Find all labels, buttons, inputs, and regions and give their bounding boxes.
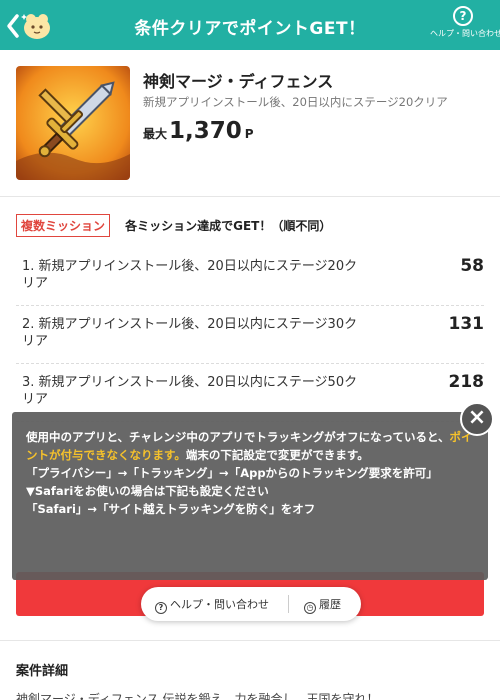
question-circle-icon: ? xyxy=(155,602,167,614)
page-title: 条件クリアでポイントGET！ xyxy=(134,19,366,39)
notice-line1-post: 端末の下記設定で変更ができます。 xyxy=(185,448,369,462)
header-help-label: ヘルプ・問い合わせ xyxy=(430,29,500,38)
max-reward: 最大1,370 P xyxy=(143,118,254,144)
close-icon[interactable]: × xyxy=(460,402,494,436)
mission-row: 2. 新規アプリインストール後、20日以内にステージ30クリア 131 xyxy=(16,306,484,364)
floating-nav: ? ヘルプ・問い合わせ ◷ 履歴 xyxy=(141,587,361,621)
notice-line4: 「Safari」→「サイト越えトラッキングを防ぐ」をオフ xyxy=(26,502,316,516)
tracking-notice-text: 使用中のアプリと、チャレンジ中のアプリでトラッキングがオフになっていると、ポイン… xyxy=(26,428,474,518)
divider xyxy=(0,196,500,197)
history-button[interactable]: ◷ 履歴 xyxy=(304,596,341,614)
question-circle-icon: ? xyxy=(453,6,473,26)
notice-line1-pre: 使用中のアプリと、チャレンジ中のアプリでトラッキングがオフになっていると、 xyxy=(26,430,450,444)
reward-prefix: 最大 xyxy=(143,127,168,141)
app-subtitle: 新規アプリインストール後、20日以内にステージ20クリア xyxy=(143,95,448,109)
mission-header: 複数ミッション 各ミッション達成でGET！（順不同） xyxy=(16,214,332,237)
divider xyxy=(288,595,289,613)
mission-description: 各ミッション達成でGET！（順不同） xyxy=(125,219,332,233)
history-label: 履歴 xyxy=(319,598,341,611)
mission-text: 2. 新規アプリインストール後、20日以内にステージ30クリア xyxy=(22,317,358,349)
notice-line3: ▼Safariをお使いの場合は下記も設定ください xyxy=(26,484,269,498)
history-clock-icon: ◷ xyxy=(304,602,316,614)
reward-value: 1,370 xyxy=(169,118,242,144)
multi-mission-badge: 複数ミッション xyxy=(16,214,111,237)
divider xyxy=(0,640,500,641)
header-help-button[interactable]: ? ヘルプ・問い合わせ xyxy=(430,6,500,46)
mission-list: 1. 新規アプリインストール後、20日以内にステージ20クリア 58 2. 新規… xyxy=(16,248,484,422)
app-name: 神剣マージ・ディフェンス xyxy=(143,72,334,91)
mission-text: 1. 新規アプリインストール後、20日以内にステージ20クリア xyxy=(22,259,358,291)
detail-text: 神剣マージ・ディフェンス 伝説を鍛え、力を融合し、王国を守れ！ xyxy=(16,692,379,700)
notice-line2: 「プライバシー」→「トラッキング」→「Appからのトラッキング要求を許可」 xyxy=(26,466,438,480)
reward-unit: P xyxy=(244,127,254,141)
app-summary: 神剣マージ・ディフェンス 新規アプリインストール後、20日以内にステージ20クリ… xyxy=(16,66,484,186)
header-bar: 条件クリアでポイントGET！ ? ヘルプ・問い合わせ xyxy=(0,0,500,50)
tracking-notice-popup: 使用中のアプリと、チャレンジ中のアプリでトラッキングがオフになっていると、ポイン… xyxy=(12,402,494,580)
mission-points: 131 xyxy=(448,314,485,334)
app-icon xyxy=(16,66,130,180)
floating-help-button[interactable]: ? ヘルプ・問い合わせ xyxy=(155,596,269,614)
mission-points: 58 xyxy=(460,256,484,276)
mission-row: 1. 新規アプリインストール後、20日以内にステージ20クリア 58 xyxy=(16,248,484,306)
detail-title: 案件詳細 xyxy=(16,664,69,679)
floating-help-label: ヘルプ・問い合わせ xyxy=(170,598,269,611)
mission-points: 218 xyxy=(448,372,485,392)
mission-text: 3. 新規アプリインストール後、20日以内にステージ50クリア xyxy=(22,375,358,407)
